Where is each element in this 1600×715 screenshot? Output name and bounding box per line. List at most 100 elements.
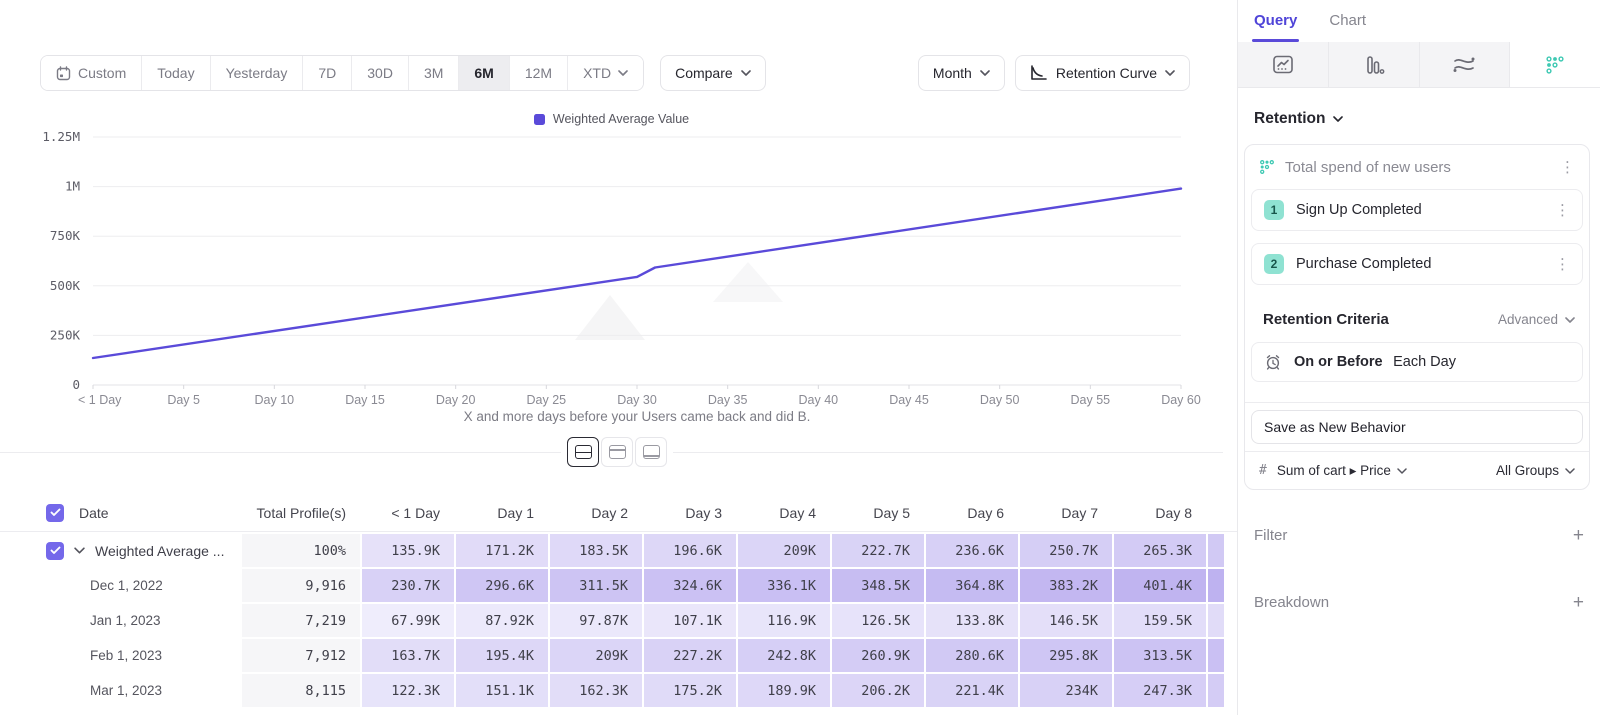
step-menu-button[interactable]: ⋮: [1555, 203, 1570, 218]
retention-value-cell[interactable]: 126.5K: [832, 604, 924, 637]
step-sign-up-completed[interactable]: 1 Sign Up Completed ⋮: [1251, 189, 1583, 231]
table-row[interactable]: Weighted Average ...100%135.9K171.2K183.…: [0, 534, 1237, 567]
retention-value-cell[interactable]: 383.2K: [1020, 569, 1112, 602]
column-header-day-6[interactable]: Day 6: [926, 494, 1018, 531]
retention-value-cell[interactable]: 122.3K: [362, 674, 454, 707]
column-header-date[interactable]: Date: [0, 494, 240, 531]
column-header-day-2[interactable]: Day 2: [550, 494, 642, 531]
retention-value-cell[interactable]: 189.9K: [738, 674, 830, 707]
retention-value-cell[interactable]: 227.2K: [644, 639, 736, 672]
column-header--1-day[interactable]: < 1 Day: [362, 494, 454, 531]
chart-type-dropdown[interactable]: Retention Curve: [1015, 55, 1190, 91]
range-12m[interactable]: 12M: [510, 56, 568, 90]
retention-value-cell[interactable]: 324.6K: [644, 569, 736, 602]
column-header-day-8[interactable]: Day 8: [1114, 494, 1206, 531]
retention-value-cell[interactable]: 250.7K: [1020, 534, 1112, 567]
column-header-day-7[interactable]: Day 7: [1020, 494, 1112, 531]
row-checkbox[interactable]: [46, 504, 64, 522]
save-as-new-behavior-button[interactable]: Save as New Behavior: [1251, 410, 1583, 444]
retention-value-cell[interactable]: 348.5K: [832, 569, 924, 602]
retention-value-cell[interactable]: 222.7K: [832, 534, 924, 567]
retention-value-cell[interactable]: 107.1K: [644, 604, 736, 637]
retention-value-cell[interactable]: 116.9K: [738, 604, 830, 637]
step-menu-button[interactable]: ⋮: [1555, 257, 1570, 272]
retention-value-cell[interactable]: 230.7K: [362, 569, 454, 602]
granularity-dropdown[interactable]: Month: [918, 55, 1005, 91]
retention-value-cell[interactable]: 151.1K: [456, 674, 548, 707]
range-custom[interactable]: Custom: [41, 56, 142, 90]
retention-value-cell[interactable]: 401.4K: [1114, 569, 1206, 602]
tool-flows[interactable]: [1420, 42, 1511, 87]
column-header-day-1[interactable]: Day 1: [456, 494, 548, 531]
date-row-label: Jan 1, 2023: [0, 604, 240, 637]
retention-value-cell[interactable]: 87.92K: [456, 604, 548, 637]
column-header-day-3[interactable]: Day 3: [644, 494, 736, 531]
retention-value-cell[interactable]: 183.5K: [550, 534, 642, 567]
add-filter-button[interactable]: +: [1573, 526, 1584, 545]
range-30d[interactable]: 30D: [352, 56, 409, 90]
retention-value-cell[interactable]: 195.4K: [456, 639, 548, 672]
chart-view-toggle[interactable]: [601, 437, 633, 467]
retention-value-cell[interactable]: 265.3K: [1114, 534, 1206, 567]
tool-funnels[interactable]: [1329, 42, 1420, 87]
retention-value-cell[interactable]: 163.7K: [362, 639, 454, 672]
table-row[interactable]: Mar 1, 20238,115122.3K151.1K162.3K175.2K…: [0, 674, 1237, 707]
column-header-day-4[interactable]: Day 4: [738, 494, 830, 531]
retention-value-cell[interactable]: 260.9K: [832, 639, 924, 672]
range-3m[interactable]: 3M: [409, 56, 459, 90]
retention-value-cell[interactable]: 67.99K: [362, 604, 454, 637]
range-7d[interactable]: 7D: [303, 56, 352, 90]
table-row[interactable]: Feb 1, 20237,912163.7K195.4K209K227.2K24…: [0, 639, 1237, 672]
retention-value-cell[interactable]: 97.87K: [550, 604, 642, 637]
groups-dropdown[interactable]: All Groups: [1496, 463, 1575, 478]
compare-button[interactable]: Compare: [660, 55, 766, 91]
retention-value-cell[interactable]: 133.8K: [926, 604, 1018, 637]
tab-chart[interactable]: Chart: [1329, 12, 1366, 42]
behavior-menu-button[interactable]: ⋮: [1560, 160, 1575, 175]
retention-value-cell[interactable]: 311.5K: [550, 569, 642, 602]
column-header-day-5[interactable]: Day 5: [832, 494, 924, 531]
retention-value-cell[interactable]: 242.8K: [738, 639, 830, 672]
retention-value-cell[interactable]: 236.6K: [926, 534, 1018, 567]
column-header-total-profile-s-[interactable]: Total Profile(s): [242, 494, 360, 531]
split-view-toggle[interactable]: [567, 437, 599, 467]
retention-value-cell[interactable]: 336.1K: [738, 569, 830, 602]
retention-value-cell[interactable]: 162.3K: [550, 674, 642, 707]
retention-condition[interactable]: On or Before Each Day: [1251, 342, 1583, 382]
retention-value-cell[interactable]: 280.6K: [926, 639, 1018, 672]
step-purchase-completed[interactable]: 2 Purchase Completed ⋮: [1251, 243, 1583, 285]
expand-caret-icon[interactable]: [74, 547, 85, 554]
retention-value-cell[interactable]: 171.2K: [456, 534, 548, 567]
table-view-toggle[interactable]: [635, 437, 667, 467]
retention-value-cell[interactable]: 209K: [550, 639, 642, 672]
range-6m[interactable]: 6M: [459, 56, 509, 90]
retention-line-chart[interactable]: 0250K500K750K1M1.25M< 1 DayDay 5Day 10Da…: [0, 130, 1223, 420]
retention-value-cell[interactable]: 296.6K: [456, 569, 548, 602]
range-today[interactable]: Today: [142, 56, 210, 90]
retention-value-cell[interactable]: 295.8K: [1020, 639, 1112, 672]
retention-value-cell[interactable]: 175.2K: [644, 674, 736, 707]
retention-value-cell[interactable]: 209K: [738, 534, 830, 567]
retention-value-cell[interactable]: 196.6K: [644, 534, 736, 567]
metric-property-dropdown[interactable]: Sum of cart ▸ Price: [1277, 463, 1486, 479]
criteria-mode-dropdown[interactable]: Advanced: [1498, 312, 1575, 327]
retention-value-cell[interactable]: 247.3K: [1114, 674, 1206, 707]
retention-section-dropdown[interactable]: Retention: [1254, 110, 1600, 128]
retention-value-cell[interactable]: 146.5K: [1020, 604, 1112, 637]
retention-value-cell[interactable]: 159.5K: [1114, 604, 1206, 637]
retention-value-cell[interactable]: 234K: [1020, 674, 1112, 707]
retention-value-cell[interactable]: 221.4K: [926, 674, 1018, 707]
add-breakdown-button[interactable]: +: [1573, 593, 1584, 612]
table-row[interactable]: Jan 1, 20237,21967.99K87.92K97.87K107.1K…: [0, 604, 1237, 637]
tab-query[interactable]: Query: [1254, 12, 1297, 42]
retention-value-cell[interactable]: 364.8K: [926, 569, 1018, 602]
retention-value-cell[interactable]: 206.2K: [832, 674, 924, 707]
retention-value-cell[interactable]: 313.5K: [1114, 639, 1206, 672]
retention-value-cell[interactable]: 135.9K: [362, 534, 454, 567]
tool-retention[interactable]: [1510, 42, 1600, 87]
table-row[interactable]: Dec 1, 20229,916230.7K296.6K311.5K324.6K…: [0, 569, 1237, 602]
row-checkbox[interactable]: [46, 542, 64, 560]
tool-insights[interactable]: [1238, 42, 1329, 87]
range-xtd[interactable]: XTD: [568, 56, 643, 90]
range-yesterday[interactable]: Yesterday: [211, 56, 304, 90]
